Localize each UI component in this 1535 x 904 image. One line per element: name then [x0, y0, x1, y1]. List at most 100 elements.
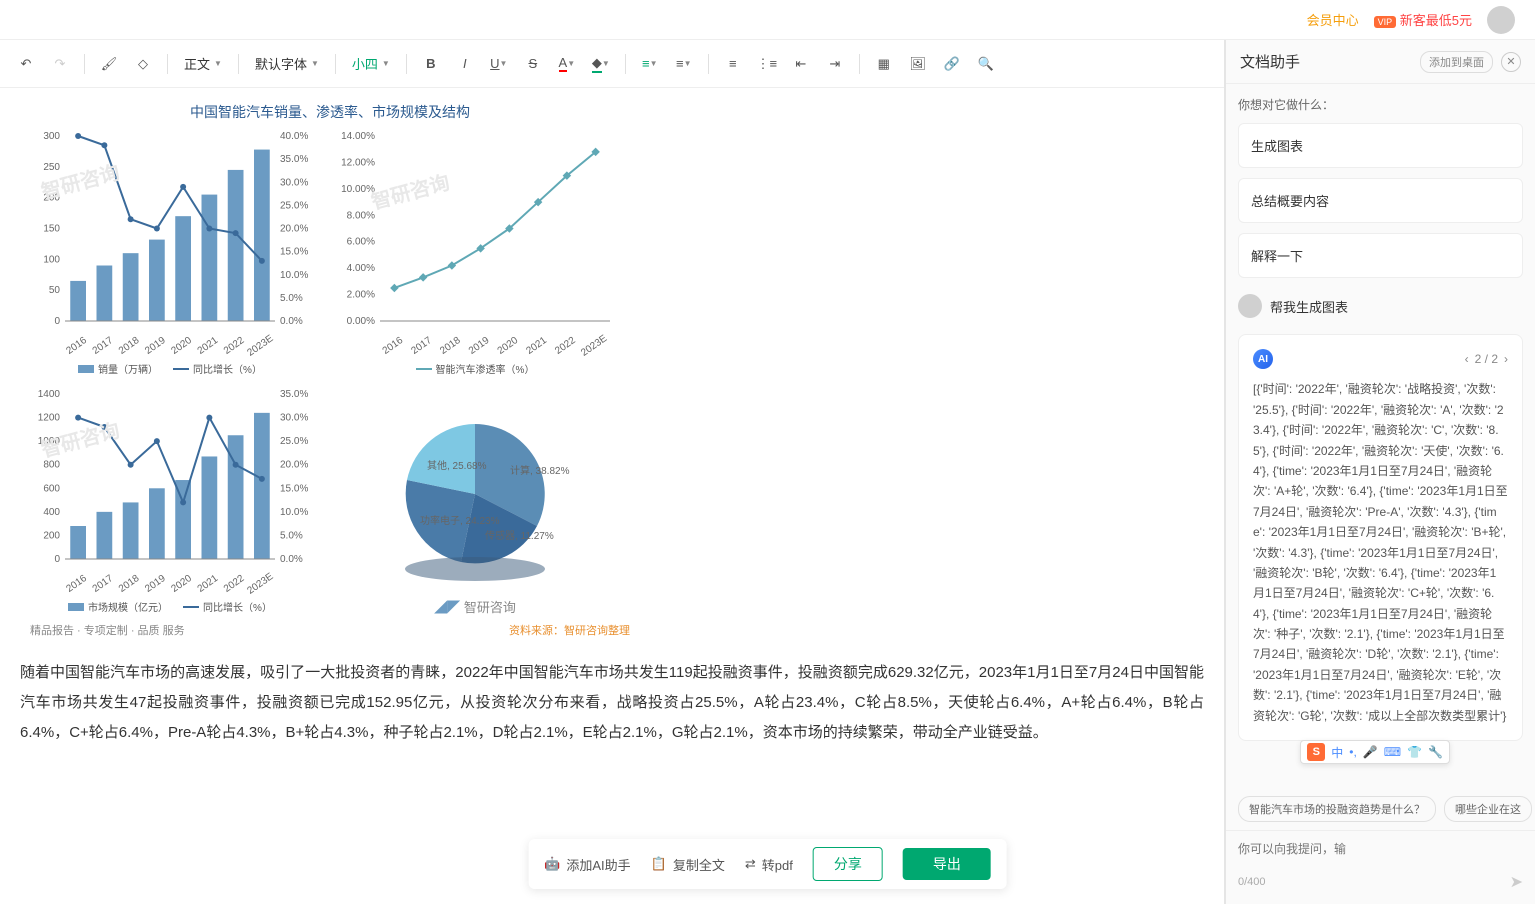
- svg-text:0.0%: 0.0%: [280, 554, 303, 565]
- svg-text:150: 150: [43, 224, 60, 235]
- svg-text:2022: 2022: [553, 335, 578, 356]
- top-header: 会员中心 VIP 新客最低5元: [0, 0, 1535, 40]
- copy-all-button[interactable]: 📋复制全文: [651, 855, 725, 874]
- svg-text:1200: 1200: [38, 413, 61, 424]
- char-counter: 0/400: [1238, 876, 1266, 888]
- clear-format-button[interactable]: ◇: [129, 50, 157, 78]
- svg-text:0.0%: 0.0%: [280, 316, 303, 327]
- svg-text:计算, 38.82%: 计算, 38.82%: [510, 464, 570, 477]
- outdent-button[interactable]: ⇤: [787, 50, 815, 78]
- unordered-list-button[interactable]: ⋮≡: [753, 50, 781, 78]
- chart-market-size: 智研咨询 02004006008001000120014000.0%5.0%10…: [20, 384, 320, 616]
- align-button[interactable]: ≡▼: [636, 50, 664, 78]
- close-assistant-button[interactable]: ✕: [1501, 52, 1521, 72]
- line-spacing-button[interactable]: ≡▼: [670, 50, 698, 78]
- svg-text:2023E: 2023E: [245, 571, 275, 594]
- promo-text: 新客最低5元: [1400, 13, 1472, 28]
- suggestion-chips: 智能汽车市场的投融资趋势是什么？ 哪些企业在这: [1226, 788, 1535, 830]
- format-paint-button[interactable]: 🖌: [95, 50, 123, 78]
- ime-keyboard-icon[interactable]: ⌨: [1384, 745, 1401, 759]
- svg-text:8.00%: 8.00%: [347, 210, 375, 221]
- suggestion-generate-chart[interactable]: 生成图表: [1238, 123, 1523, 168]
- svg-text:600: 600: [43, 483, 60, 494]
- ai-logo-icon: AI: [1253, 349, 1273, 369]
- redo-button[interactable]: ↷: [46, 50, 74, 78]
- svg-text:1400: 1400: [38, 389, 61, 400]
- svg-text:0: 0: [54, 316, 60, 327]
- pager-next-icon[interactable]: ›: [1504, 349, 1508, 369]
- svg-text:800: 800: [43, 460, 60, 471]
- share-button[interactable]: 分享: [813, 847, 883, 881]
- svg-text:0.00%: 0.00%: [347, 316, 375, 327]
- link-button[interactable]: 🔗: [938, 50, 966, 78]
- ordered-list-button[interactable]: ≡: [719, 50, 747, 78]
- svg-text:35.0%: 35.0%: [280, 154, 308, 165]
- svg-text:2021: 2021: [196, 573, 221, 594]
- send-button[interactable]: ➤: [1510, 872, 1523, 892]
- strike-button[interactable]: S: [519, 50, 547, 78]
- table-button[interactable]: ▦: [870, 50, 898, 78]
- svg-text:0: 0: [54, 554, 60, 565]
- chip-trend[interactable]: 智能汽车市场的投融资趋势是什么？: [1238, 796, 1436, 822]
- assistant-prompt: 你想对它做什么：: [1238, 96, 1523, 113]
- export-button[interactable]: 导出: [903, 848, 991, 880]
- ime-punct-icon[interactable]: •,: [1349, 745, 1357, 759]
- svg-text:2018: 2018: [117, 335, 142, 356]
- svg-text:20.0%: 20.0%: [280, 224, 308, 235]
- svg-text:2020: 2020: [496, 335, 521, 356]
- ai-response: AI ‹ 2 / 2 › [{'时间': '2022年', '融资轮次': '战…: [1238, 334, 1523, 741]
- font-size-dropdown[interactable]: 小四▼: [346, 54, 396, 73]
- bold-button[interactable]: B: [417, 50, 445, 78]
- svg-text:2020: 2020: [169, 335, 194, 356]
- ime-skin-icon[interactable]: 👕: [1407, 745, 1422, 759]
- search-button[interactable]: 🔍: [972, 50, 1000, 78]
- svg-text:100: 100: [43, 254, 60, 265]
- svg-text:30.0%: 30.0%: [280, 413, 308, 424]
- svg-text:250: 250: [43, 162, 60, 173]
- document-content[interactable]: 中国智能汽车销量、渗透率、市场规模及结构 智研咨询 05010015020025…: [0, 88, 1224, 904]
- svg-text:12.00%: 12.00%: [341, 157, 375, 168]
- font-dropdown[interactable]: 默认字体▼: [249, 54, 325, 73]
- paragraph-style-dropdown[interactable]: 正文▼: [178, 54, 228, 73]
- underline-button[interactable]: U▼: [485, 50, 513, 78]
- vip-promo[interactable]: VIP 新客最低5元: [1374, 10, 1472, 29]
- svg-text:25.0%: 25.0%: [280, 436, 308, 447]
- highlight-button[interactable]: ◆▼: [587, 50, 615, 78]
- svg-text:20.0%: 20.0%: [280, 460, 308, 471]
- suggestion-explain[interactable]: 解释一下: [1238, 233, 1523, 278]
- response-pager[interactable]: ‹ 2 / 2 ›: [1465, 349, 1508, 369]
- svg-text:2016: 2016: [381, 335, 406, 356]
- to-pdf-button[interactable]: ⇄转pdf: [745, 855, 793, 874]
- indent-button[interactable]: ⇥: [821, 50, 849, 78]
- user-message: 帮我生成图表: [1238, 294, 1523, 318]
- svg-text:其他, 25.68%: 其他, 25.68%: [427, 459, 487, 472]
- add-ai-assistant-button[interactable]: 🤖添加AI助手: [544, 855, 630, 874]
- svg-text:传感器, 11.27%: 传感器, 11.27%: [485, 529, 554, 542]
- svg-text:10.00%: 10.00%: [341, 184, 375, 195]
- ime-tools-icon[interactable]: 🔧: [1428, 745, 1443, 759]
- text-color-button[interactable]: A▼: [553, 50, 581, 78]
- image-button[interactable]: 🖼: [904, 50, 932, 78]
- chip-companies[interactable]: 哪些企业在这: [1444, 796, 1532, 822]
- ime-voice-icon[interactable]: 🎤: [1363, 745, 1378, 759]
- svg-text:2022: 2022: [222, 573, 247, 594]
- suggestion-summarize[interactable]: 总结概要内容: [1238, 178, 1523, 223]
- member-center-link[interactable]: 会员中心: [1307, 10, 1359, 29]
- assistant-input[interactable]: [1238, 842, 1523, 856]
- svg-text:5.0%: 5.0%: [280, 530, 303, 541]
- italic-button[interactable]: I: [451, 50, 479, 78]
- svg-text:200: 200: [43, 193, 60, 204]
- paragraph-text[interactable]: 随着中国智能汽车市场的高速发展，吸引了一大批投资者的青睐，2022年中国智能汽车…: [20, 658, 1204, 748]
- undo-button[interactable]: ↶: [12, 50, 40, 78]
- svg-text:5.0%: 5.0%: [280, 293, 303, 304]
- ime-toolbar[interactable]: S 中 •, 🎤 ⌨ 👕 🔧: [1300, 740, 1450, 764]
- user-avatar[interactable]: [1487, 6, 1515, 34]
- chart-penetration: 智研咨询 0.00%2.00%4.00%6.00%8.00%10.00%12.0…: [330, 126, 620, 376]
- svg-text:1000: 1000: [38, 436, 61, 447]
- svg-text:30.0%: 30.0%: [280, 177, 308, 188]
- ime-lang[interactable]: 中: [1331, 744, 1343, 761]
- pager-prev-icon[interactable]: ‹: [1465, 349, 1469, 369]
- svg-text:10.0%: 10.0%: [280, 270, 308, 281]
- add-to-desktop-button[interactable]: 添加到桌面: [1420, 51, 1493, 73]
- vip-badge: VIP: [1374, 16, 1397, 28]
